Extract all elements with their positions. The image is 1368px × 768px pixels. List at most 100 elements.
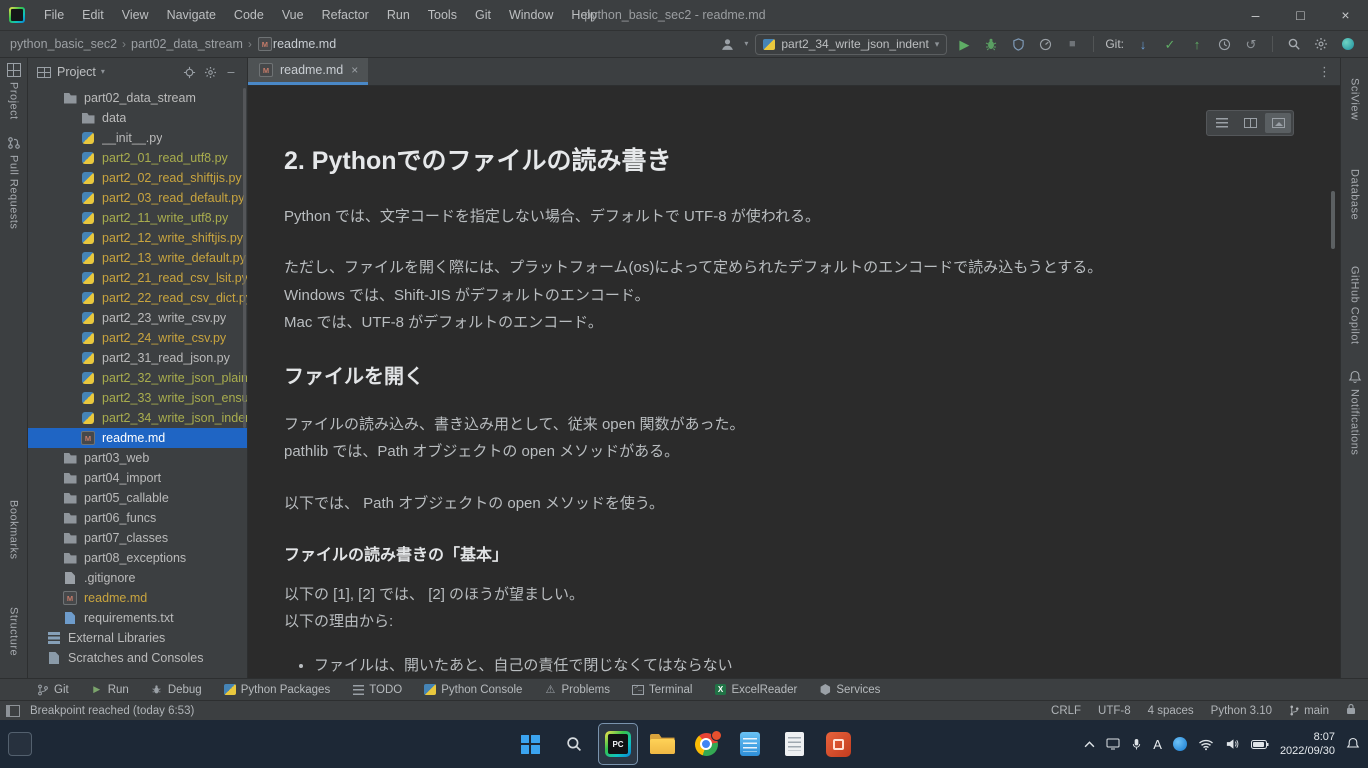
notification-center-bell-icon[interactable] — [1346, 737, 1360, 751]
search-everywhere-button[interactable] — [1284, 34, 1304, 54]
history-button[interactable] — [1214, 34, 1234, 54]
tree-item[interactable]: part2_33_write_json_ensure_ — [28, 388, 247, 408]
menu-item[interactable]: Refactor — [313, 0, 378, 30]
chevron-down-icon[interactable]: ▾ — [101, 68, 105, 76]
tray-device-icon[interactable] — [1106, 738, 1120, 750]
tree-item[interactable]: part02_data_stream — [28, 88, 247, 108]
menu-item[interactable]: Vue — [273, 0, 313, 30]
tree-item[interactable]: part06_funcs — [28, 508, 247, 528]
taskbar-file-explorer-button[interactable] — [643, 724, 681, 764]
tool-stripe-pull-requests[interactable]: Pull Requests — [7, 136, 21, 229]
indent-widget[interactable]: 4 spaces — [1148, 705, 1194, 717]
ime-indicator[interactable]: A — [1153, 737, 1162, 752]
hidden-icons-chevron[interactable] — [1084, 741, 1095, 748]
menu-item[interactable]: Run — [378, 0, 419, 30]
rollback-button[interactable]: ↺ — [1241, 34, 1261, 54]
project-panel-title[interactable]: Project — [57, 65, 96, 79]
tool-stripe-sciview[interactable]: SciView — [1349, 78, 1361, 120]
run-button[interactable]: ▶ — [954, 34, 974, 54]
settings-gear-icon[interactable] — [1311, 34, 1331, 54]
tree-item[interactable]: .gitignore — [28, 568, 247, 588]
tree-item[interactable]: Scratches and Consoles — [28, 648, 247, 668]
taskbar-chrome-button[interactable] — [687, 724, 725, 764]
tab-readme[interactable]: readme.md × — [248, 58, 368, 85]
menu-item[interactable]: File — [35, 0, 73, 30]
tree-item[interactable]: part08_exceptions — [28, 548, 247, 568]
tool-stripe-copilot[interactable]: GitHub Copilot — [1348, 247, 1362, 345]
tray-mic-icon[interactable] — [1131, 738, 1142, 751]
menu-item[interactable]: Code — [225, 0, 273, 30]
show-preview-only-button[interactable] — [1265, 113, 1291, 133]
tree-item[interactable]: part03_web — [28, 448, 247, 468]
tool-stripe-structure[interactable]: Structure — [7, 588, 21, 656]
git-commit-button[interactable]: ✓ — [1160, 34, 1180, 54]
tree-item[interactable]: readme.md — [28, 428, 247, 448]
settings-sync-icon[interactable] — [1338, 34, 1358, 54]
tree-item[interactable]: __init__.py — [28, 128, 247, 148]
tree-item[interactable]: part2_01_read_utf8.py — [28, 148, 247, 168]
taskbar-left-app-icon[interactable] — [8, 732, 32, 756]
stop-button[interactable]: ■ — [1062, 34, 1082, 54]
show-editor-only-button[interactable] — [1209, 113, 1235, 133]
profiler-button[interactable] — [1035, 34, 1055, 54]
debug-button[interactable] — [981, 34, 1001, 54]
maximize-button[interactable]: □ — [1278, 0, 1323, 30]
taskbar-search-button[interactable] — [555, 724, 593, 764]
status-message[interactable]: Breakpoint reached (today 6:53) — [30, 705, 194, 717]
git-push-button[interactable]: ↑ — [1187, 34, 1207, 54]
tree-item[interactable]: part2_22_read_csv_dict.py — [28, 288, 247, 308]
tree-item[interactable]: External Libraries — [28, 628, 247, 648]
tree-item[interactable]: part2_23_write_csv.py — [28, 308, 247, 328]
run-configuration-select[interactable]: part2_34_write_json_indent ▾ — [755, 34, 947, 55]
toolwindow-problems[interactable]: Problems — [533, 679, 621, 700]
toolwindow-terminal[interactable]: Terminal — [621, 679, 703, 700]
menu-item[interactable]: Edit — [73, 0, 113, 30]
tab-options-icon[interactable]: ⋮ — [1309, 58, 1340, 85]
start-button[interactable] — [511, 724, 549, 764]
hide-panel-icon[interactable]: – — [223, 64, 239, 80]
taskbar-notepad-button[interactable] — [731, 724, 769, 764]
git-update-button[interactable]: ↓ — [1133, 34, 1153, 54]
tree-item[interactable]: requirements.txt — [28, 608, 247, 628]
panel-settings-gear-icon[interactable] — [202, 64, 218, 80]
tree-item[interactable]: part2_32_write_json_plain.py — [28, 368, 247, 388]
toolwindow-services[interactable]: Services — [808, 679, 891, 700]
tool-stripe-database[interactable]: Database — [1348, 150, 1362, 220]
tree-item[interactable]: part2_24_write_csv.py — [28, 328, 247, 348]
minimize-button[interactable]: – — [1233, 0, 1278, 30]
breadcrumb-file[interactable]: readme.md — [273, 37, 336, 51]
menu-item[interactable]: View — [113, 0, 158, 30]
volume-icon[interactable] — [1225, 738, 1240, 750]
run-with-coverage-button[interactable] — [1008, 34, 1028, 54]
menu-item[interactable]: Navigate — [158, 0, 225, 30]
git-branch-widget[interactable]: main — [1289, 705, 1329, 717]
wifi-icon[interactable] — [1198, 738, 1214, 751]
tree-item[interactable]: part2_02_read_shiftjis.py — [28, 168, 247, 188]
toolwindow-todo[interactable]: TODO — [341, 679, 413, 700]
tray-blue-dot-icon[interactable] — [1173, 737, 1187, 751]
toolwindow-run[interactable]: Run — [80, 679, 140, 700]
close-button[interactable]: × — [1323, 0, 1368, 30]
tool-stripe-bookmarks[interactable]: Bookmarks — [7, 481, 21, 560]
tree-item[interactable]: part2_34_write_json_indent. — [28, 408, 247, 428]
editor-scrollbar[interactable] — [1331, 191, 1335, 249]
tool-window-switcher-icon[interactable] — [6, 705, 20, 717]
menu-item[interactable]: Git — [466, 0, 500, 30]
taskbar-clock[interactable]: 8:07 2022/09/30 — [1280, 730, 1335, 759]
taskbar-pycharm-button[interactable] — [599, 724, 637, 764]
locate-file-icon[interactable] — [181, 64, 197, 80]
menu-item[interactable]: Tools — [419, 0, 466, 30]
battery-icon[interactable] — [1251, 739, 1269, 750]
tree-item[interactable]: part2_13_write_default.py — [28, 248, 247, 268]
tree-item[interactable]: part2_31_read_json.py — [28, 348, 247, 368]
toolwindow-python-console[interactable]: Python Console — [413, 679, 533, 700]
toolwindow-excelreader[interactable]: ExcelReader — [703, 679, 808, 700]
tool-stripe-notifications[interactable]: Notifications — [1348, 370, 1362, 455]
tool-stripe-project[interactable]: Project — [7, 63, 21, 120]
tree-item[interactable]: data — [28, 108, 247, 128]
breadcrumb-folder[interactable]: part02_data_stream — [131, 37, 243, 51]
toolwindow-python-packages[interactable]: Python Packages — [213, 679, 342, 700]
tab-close-icon[interactable]: × — [351, 63, 358, 77]
tree-item[interactable]: part2_12_write_shiftjis.py — [28, 228, 247, 248]
toolwindow-debug[interactable]: Debug — [140, 679, 213, 700]
